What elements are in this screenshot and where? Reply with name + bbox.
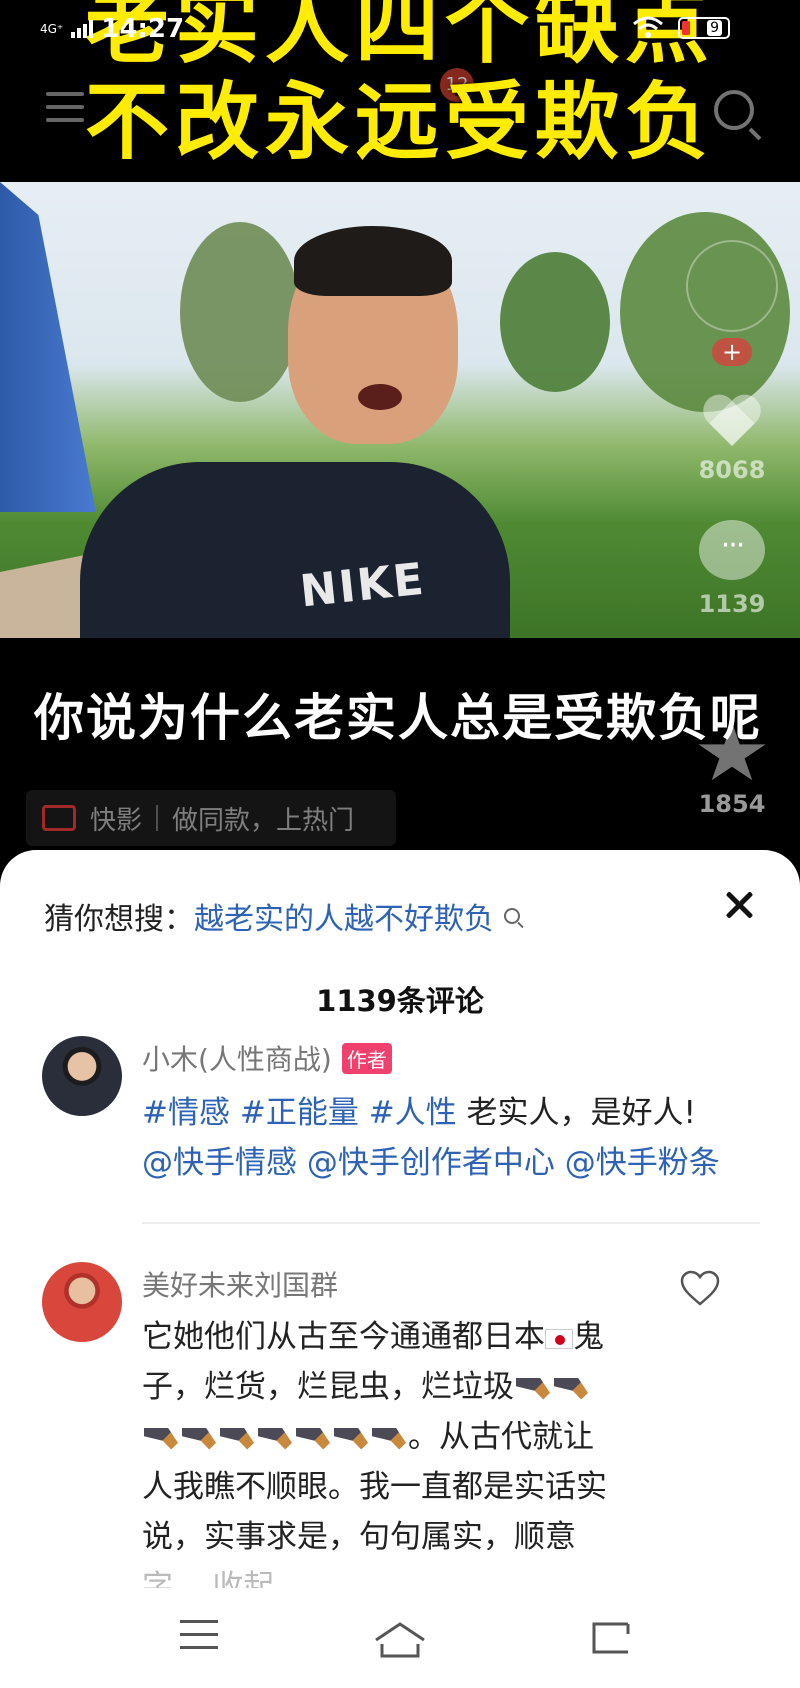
search-suggestion[interactable]: 猜你想搜： 越老实的人越不好欺负 [44,894,520,938]
like-count: 8068 [698,456,766,484]
comment-line-1a: 它她他们从古至今通通都日本 [142,1319,545,1355]
comment-line: 说，实事求是，句句属实，顺意 [142,1519,576,1555]
comment-author[interactable]: 小木(人性商战) 作者 [142,1038,392,1078]
comment-author-name: 美好未来刘国群 [142,1269,339,1302]
tree [500,252,610,392]
knife-icon [372,1427,406,1450]
knife-icon [554,1377,588,1400]
comment-line-3: 。从古代就让 [408,1419,594,1455]
knife-icon [220,1427,254,1450]
author-badge: 作者 [341,1042,392,1074]
kuaiying-icon [42,805,76,831]
comment-line: 它她他们从古至今通通都日本鬼 [142,1312,722,1362]
favorite-count: 1854 [698,790,766,818]
home-icon[interactable] [372,1620,428,1660]
comment-item: 小木(人性商战) 作者 #情感 #正能量 #人性 老实人，是好人! @快手情感 … [42,1036,762,1216]
heart-icon[interactable] [701,390,763,452]
network-label: 4G⁺ [40,22,64,36]
headline-line-2: 不改永远受欺负 [84,73,715,171]
star-icon[interactable] [698,722,766,781]
divider [156,805,159,831]
tree [180,222,300,402]
like-icon[interactable] [680,1270,720,1306]
status-left: 4G⁺ 14:27 [40,14,184,44]
comment-divider [142,1222,760,1224]
author-avatar-icon[interactable]: + [686,240,778,366]
hashtag[interactable]: #正能量 [240,1095,359,1131]
knife-icon [296,1427,330,1450]
person-body [80,462,510,638]
comment-author[interactable]: 美好未来刘国群 [142,1264,338,1304]
knife-icon [334,1427,368,1450]
comment-text: #情感 #正能量 #人性 老实人，是好人! @快手情感 @快手创作者中心 @快手… [142,1088,762,1188]
comment-count-title: 1139条评论 [316,984,484,1018]
knife-icon [144,1427,178,1450]
video-frame[interactable]: NIKE [0,182,800,638]
comment-line-1b: 鬼 [573,1319,604,1355]
close-icon[interactable] [724,890,754,920]
person-mouth [358,384,402,410]
comment-body: 老实人，是好人! [466,1095,696,1131]
wifi-icon [633,16,663,38]
battery-level: 9 [707,20,722,36]
comment-line-2: 子，烂货，烂昆虫，烂垃圾 [142,1369,514,1405]
comment-icon[interactable]: ··· [699,520,765,580]
side-actions: + 8068 ··· 1139 [686,240,778,618]
video-player[interactable]: 4G⁺ 14:27 9 12 老实人四个缺点 不改永远受欺负 NIKE + 80… [0,0,800,870]
status-bar: 4G⁺ 14:27 9 [0,0,800,56]
knife-icon [182,1427,216,1450]
comment-line: 。从古代就让 [142,1412,722,1462]
kuaiying-brand: 快影 [90,805,143,836]
system-nav-bar [0,1588,800,1688]
suggest-query[interactable]: 越老实的人越不好欺负 [194,894,494,938]
status-right: 9 [632,16,730,40]
building [0,182,96,512]
favorite-action: 1854 [694,722,770,818]
comment-line: 人我瞧不顺眼。我一直都是实话实 [142,1469,607,1505]
avatar[interactable] [42,1036,122,1116]
follow-plus-icon[interactable]: + [712,338,752,366]
comment-line: 子，烂货，烂昆虫，烂垃圾 [142,1362,722,1412]
mentions[interactable]: @快手情感 @快手创作者中心 @快手粉条 [142,1145,720,1181]
hashtag[interactable]: #情感 [142,1095,230,1131]
person-hair [294,226,452,296]
comment-text: 它她他们从古至今通通都日本鬼 子，烂货，烂昆虫，烂垃圾 。从古代就让 人我瞧不顺… [142,1312,722,1612]
video-subtitle: 你说为什么老实人总是受欺负呢 [34,689,762,747]
knife-icon [516,1377,550,1400]
comment-sheet: 猜你想搜： 越老实的人越不好欺负 1139条评论 小木(人性商战) 作者 #情感… [0,850,800,1688]
hashtag[interactable]: #人性 [369,1095,457,1131]
battery-icon: 9 [678,17,730,39]
comment-item: 美好未来刘国群 它她他们从古至今通通都日本鬼 子，烂货，烂昆虫，烂垃圾 。从古代… [42,1262,762,1605]
avatar[interactable] [42,1262,122,1342]
menu-icon[interactable] [180,1620,218,1659]
kuaiying-banner[interactable]: 快影 做同款，上热门 [26,790,396,846]
japan-flag-icon [545,1328,573,1349]
search-icon [504,908,520,924]
back-icon[interactable] [588,1620,632,1656]
suggest-label: 猜你想搜： [44,902,194,937]
comment-count-side: 1139 [698,590,766,618]
kuaiying-cta: 做同款，上热门 [172,805,355,836]
status-time: 14:27 [101,14,185,44]
signal-icon [71,20,94,38]
knife-icon [258,1427,292,1450]
comment-author-name: 小木(人性商战) [142,1043,332,1076]
